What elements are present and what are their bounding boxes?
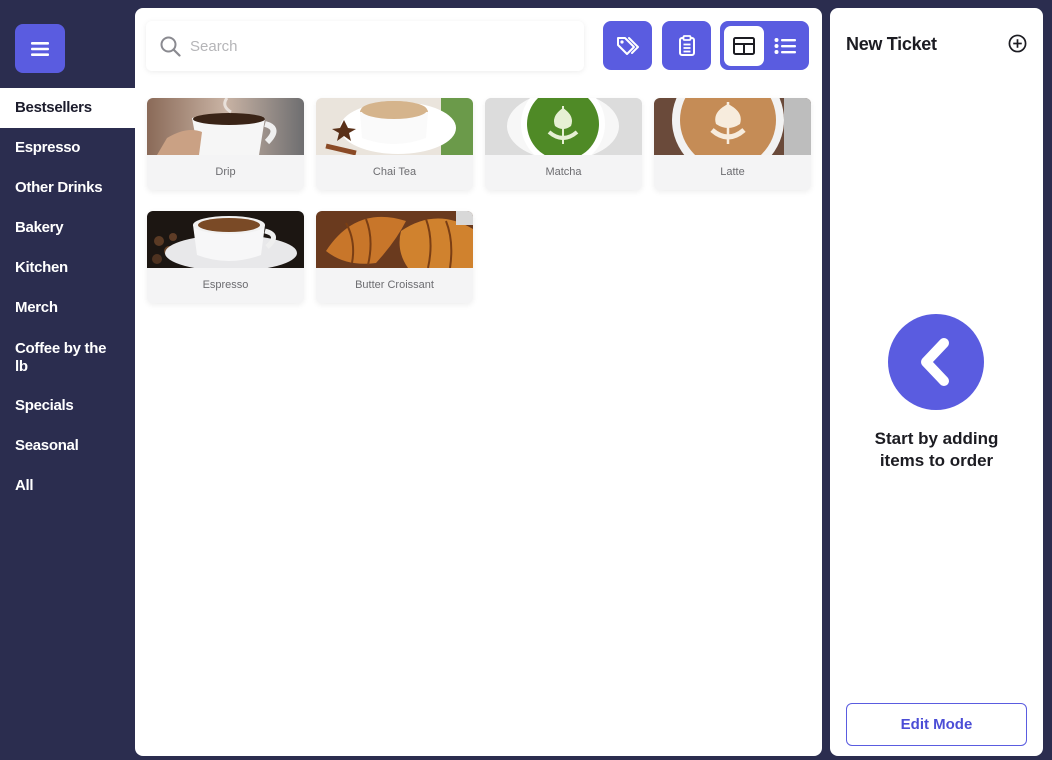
menu-button[interactable] (15, 24, 65, 73)
empty-state-graphic (888, 314, 984, 410)
category-bakery[interactable]: Bakery (0, 208, 135, 248)
category-espresso[interactable]: Espresso (0, 128, 135, 168)
category-coffee-by-the-lb[interactable]: Coffee by the lb (0, 328, 135, 386)
category-specials[interactable]: Specials (0, 386, 135, 426)
edit-mode-button[interactable]: Edit Mode (846, 703, 1027, 746)
product-name: Butter Croissant (355, 279, 434, 291)
orders-button[interactable] (662, 21, 711, 70)
hamburger-icon (31, 41, 49, 56)
butter-croissant-photo (316, 211, 473, 268)
discount-button[interactable] (603, 21, 652, 70)
product-tile-drip[interactable]: Drip (147, 98, 304, 190)
category-kitchen[interactable]: Kitchen (0, 248, 135, 288)
chevron-left-icon (921, 338, 949, 386)
drip-photo (147, 98, 304, 155)
search-bar[interactable] (146, 21, 584, 71)
product-name: Latte (720, 166, 745, 178)
plus-circle-icon[interactable] (1008, 34, 1027, 53)
product-tile-espresso[interactable]: Espresso (147, 211, 304, 303)
category-seasonal[interactable]: Seasonal (0, 426, 135, 466)
chai-tea-photo (316, 98, 473, 155)
list-view-icon (774, 37, 796, 54)
category-merch[interactable]: Merch (0, 288, 135, 328)
list-view-button[interactable] (765, 26, 805, 66)
search-icon (160, 36, 181, 57)
tag-icon (616, 36, 639, 55)
product-name: Drip (215, 166, 236, 178)
ticket-title: New Ticket (846, 34, 937, 54)
latte-photo (654, 98, 811, 155)
product-name: Chai Tea (372, 166, 417, 178)
product-tile-latte[interactable]: Latte (654, 98, 811, 190)
product-tile-matcha[interactable]: Matcha (485, 98, 642, 190)
product-tile-butter-croissant[interactable]: Butter Croissant (316, 211, 473, 303)
product-name: Matcha (545, 166, 582, 178)
category-list: Bestsellers Espresso Other Drinks Bakery… (0, 88, 135, 506)
category-all[interactable]: All (0, 466, 135, 506)
espresso-photo (147, 211, 304, 268)
search-input[interactable] (190, 37, 570, 55)
category-bestsellers[interactable]: Bestsellers (0, 88, 135, 128)
grid-view-button[interactable] (724, 25, 764, 66)
product-name: Espresso (202, 279, 249, 291)
product-tile-chai-tea[interactable]: Chai Tea (316, 98, 473, 190)
grid-view-icon (733, 36, 755, 55)
ticket-panel: New Ticket Start by adding items to orde… (830, 8, 1043, 756)
product-panel: Drip Chai Tea (135, 8, 822, 756)
clipboard-icon (678, 34, 695, 56)
category-other-drinks[interactable]: Other Drinks (0, 168, 135, 208)
empty-state-message: Start by adding items to order (874, 429, 999, 470)
matcha-photo (485, 98, 642, 155)
category-sidebar: Bestsellers Espresso Other Drinks Bakery… (0, 0, 135, 760)
view-toggle (720, 21, 809, 70)
